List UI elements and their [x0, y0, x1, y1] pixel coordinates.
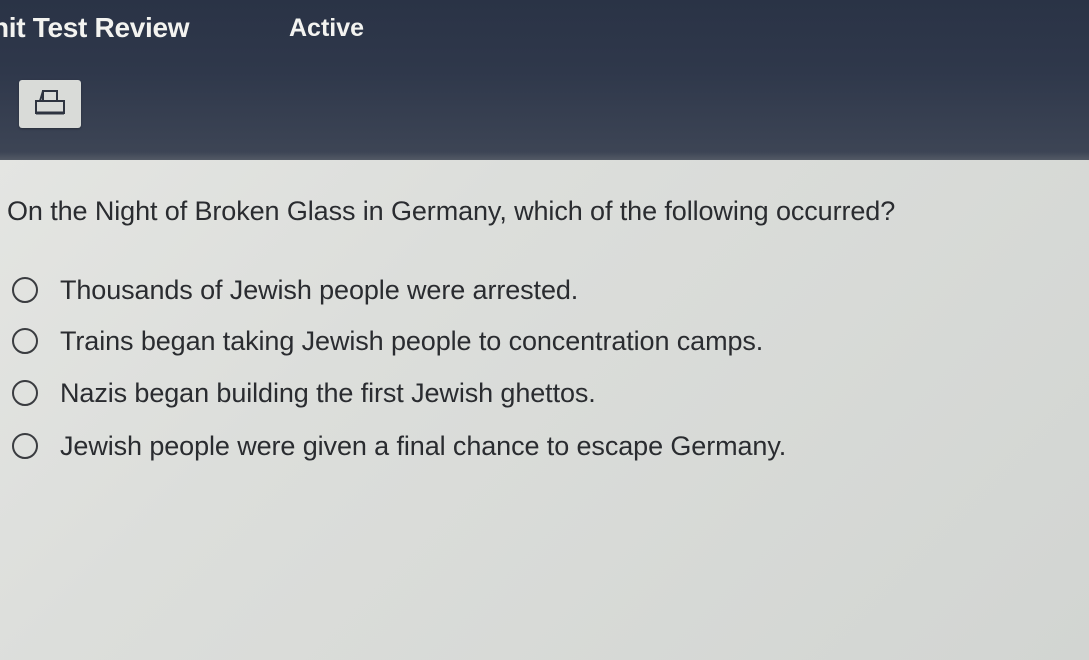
answer-label: Nazis began building the first Jewish gh… [60, 377, 596, 408]
printer-icon [33, 89, 67, 119]
print-button[interactable] [19, 80, 81, 128]
answer-label: Jewish people were given a final chance … [60, 430, 787, 461]
status-label: Active [289, 14, 365, 42]
answer-option-3[interactable]: Nazis began building the first Jewish gh… [12, 371, 596, 415]
radio-button[interactable] [12, 380, 38, 406]
question-text: On the Night of Broken Glass in Germany,… [7, 196, 896, 226]
radio-button[interactable] [12, 433, 38, 459]
radio-button[interactable] [12, 277, 38, 303]
answer-label: Trains began taking Jewish people to con… [60, 325, 764, 356]
answer-option-2[interactable]: Trains began taking Jewish people to con… [12, 319, 763, 363]
answer-option-4[interactable]: Jewish people were given a final chance … [12, 424, 786, 468]
answer-option-1[interactable]: Thousands of Jewish people were arrested… [12, 268, 578, 312]
page-header: nit Test Review Active [0, 0, 1089, 160]
page-title: nit Test Review [0, 12, 190, 43]
radio-button[interactable] [12, 328, 38, 354]
answer-label: Thousands of Jewish people were arrested… [60, 274, 579, 305]
